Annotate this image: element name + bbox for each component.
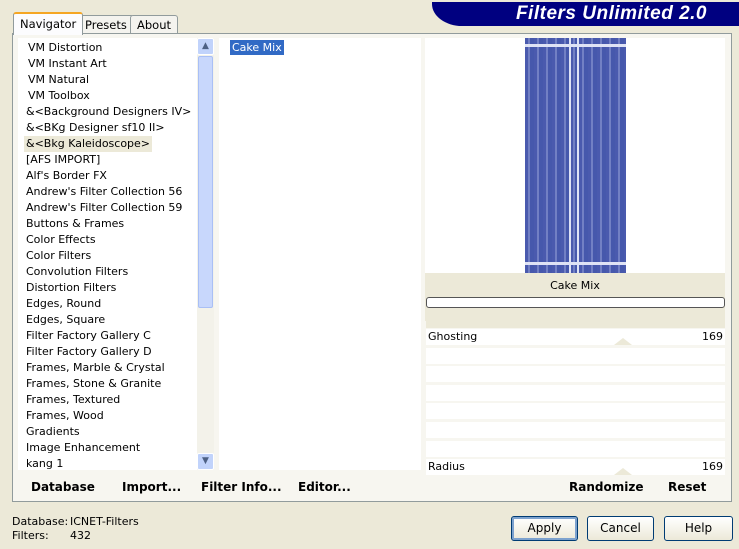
category-list[interactable]: VM Distortion VM Instant Art VM Natural VM … (18, 38, 198, 470)
filter-item-cake-mix[interactable]: Cake Mix (230, 40, 284, 55)
category-item[interactable]: Distortion Filters (24, 280, 118, 296)
tab-about[interactable]: About (130, 15, 179, 34)
category-item[interactable]: Edges, Round (24, 296, 103, 312)
filters-label: Filters: (12, 529, 49, 542)
slider-radius[interactable]: Radius 169 (426, 459, 725, 476)
filters-count: 432 (70, 529, 91, 542)
category-item[interactable]: Filter Factory Gallery C (24, 328, 153, 344)
database-button[interactable]: Database (31, 480, 95, 494)
category-item[interactable]: VM Toolbox (26, 88, 92, 104)
scroll-up-icon[interactable]: ▲ (197, 38, 214, 55)
slider-unused-2[interactable] (426, 366, 725, 383)
slider-thumb[interactable] (614, 338, 632, 345)
category-item[interactable]: &<Bkg Kaleidoscope> (24, 136, 153, 152)
slider-label: Ghosting (428, 330, 478, 343)
preview-caption: Cake Mix (550, 279, 600, 292)
category-item[interactable]: Andrew's Filter Collection 59 (24, 200, 184, 216)
app-title: Filters Unlimited 2.0 (515, 3, 707, 24)
category-item[interactable]: Convolution Filters (24, 264, 130, 280)
import-button[interactable]: Import... (122, 480, 181, 494)
category-item[interactable]: Image Enhancement (24, 440, 142, 456)
category-item[interactable]: &<BKg Designer sf10 II> (24, 120, 167, 136)
cancel-button[interactable]: Cancel (587, 516, 654, 541)
category-item[interactable]: Buttons & Frames (24, 216, 126, 232)
slider-value: 169 (702, 460, 723, 474)
category-item[interactable]: Gradients (24, 424, 82, 440)
editor-button[interactable]: Editor... (298, 480, 351, 494)
slider-unused-4[interactable] (426, 403, 725, 420)
category-item[interactable]: Andrew's Filter Collection 56 (24, 184, 184, 200)
category-item[interactable]: [AFS IMPORT] (24, 152, 102, 168)
tab-navigator[interactable]: Navigator (13, 12, 84, 35)
category-item[interactable]: Frames, Wood (24, 408, 106, 424)
category-scrollbar[interactable]: ▲ ▼ (197, 38, 214, 470)
slider-value: 169 (702, 330, 723, 343)
scroll-thumb[interactable] (198, 56, 213, 308)
category-item[interactable]: kang 1 (24, 456, 65, 472)
slider-ghosting[interactable]: Ghosting 169 (426, 329, 725, 345)
slider-unused-1[interactable] (426, 347, 725, 364)
category-item[interactable]: Alf's Border FX (24, 168, 109, 184)
category-item[interactable]: VM Natural (26, 72, 91, 88)
apply-button[interactable]: Apply (511, 516, 578, 541)
category-item[interactable]: Edges, Square (24, 312, 107, 328)
progress-bar (426, 297, 725, 308)
slider-unused-3[interactable] (426, 384, 725, 401)
category-item[interactable]: Frames, Textured (24, 392, 122, 408)
category-item[interactable]: Frames, Stone & Granite (24, 376, 163, 392)
category-item[interactable]: Filter Factory Gallery D (24, 344, 154, 360)
slider-thumb[interactable] (614, 468, 632, 476)
category-item[interactable]: Color Filters (24, 248, 93, 264)
help-button[interactable]: Help (664, 516, 733, 541)
category-item[interactable]: Color Effects (24, 232, 98, 248)
slider-unused-5[interactable] (426, 422, 725, 438)
database-label: Database: (12, 515, 69, 528)
randomize-button[interactable]: Randomize (569, 480, 643, 494)
category-item[interactable]: VM Distortion (26, 40, 104, 56)
category-item[interactable]: Frames, Marble & Crystal (24, 360, 167, 376)
category-item[interactable]: VM Instant Art (26, 56, 109, 72)
title-banner: Filters Unlimited 2.0 (432, 2, 739, 26)
slider-unused-6[interactable] (426, 440, 725, 457)
database-value: ICNET-Filters (70, 515, 139, 528)
filter-list[interactable]: Cake Mix (219, 38, 421, 470)
tab-presets[interactable]: Presets (78, 15, 134, 34)
reset-button[interactable]: Reset (668, 480, 706, 494)
slider-label: Radius (428, 460, 465, 474)
category-item[interactable]: &<Background Designers IV> (24, 104, 193, 120)
filter-info-button[interactable]: Filter Info... (201, 480, 282, 494)
scroll-down-icon[interactable]: ▼ (197, 453, 214, 470)
preview-image (525, 38, 626, 273)
